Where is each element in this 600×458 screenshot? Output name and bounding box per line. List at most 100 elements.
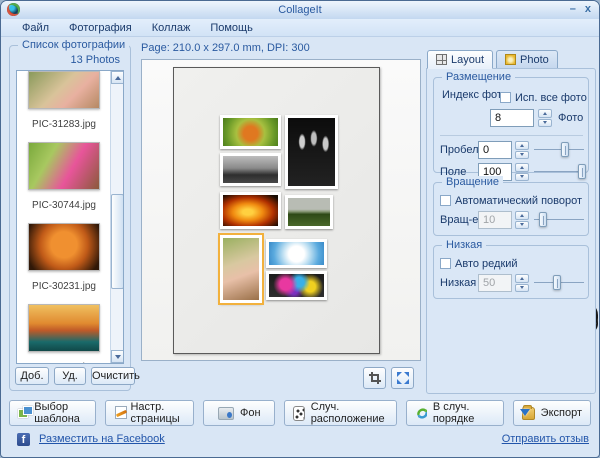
- menu-photo[interactable]: Фотография: [60, 21, 141, 35]
- collage-photo-heart-cloud[interactable]: [266, 239, 327, 268]
- gap-field[interactable]: 0: [478, 141, 512, 159]
- photo-tab-icon: [505, 54, 516, 65]
- gap-slider[interactable]: [534, 142, 584, 157]
- photo-filename: PIC-31283.jpg: [17, 109, 111, 142]
- dice-icon: [293, 406, 305, 421]
- page-settings-button[interactable]: Настр. страницы: [105, 400, 194, 426]
- collage-photo-girl-selected[interactable]: [220, 235, 262, 303]
- photo-count-field[interactable]: 8: [490, 109, 534, 127]
- collage-photo-men-bw[interactable]: [285, 115, 338, 189]
- auto-sparse-checkbox[interactable]: Авто редкий: [440, 254, 518, 272]
- margin-spinner[interactable]: [515, 163, 529, 181]
- slider-thumb[interactable]: [561, 142, 569, 157]
- collage-page[interactable]: [173, 67, 380, 354]
- spin-down-icon[interactable]: [538, 119, 552, 128]
- collage-photo-fire[interactable]: [220, 192, 281, 229]
- spin-up-icon[interactable]: [538, 109, 552, 118]
- rotation-value-label: Вращ-е: [440, 214, 478, 226]
- collage-photo-car-bw[interactable]: [220, 153, 281, 186]
- fit-expand-button[interactable]: [391, 367, 414, 389]
- close-button[interactable]: x: [585, 2, 591, 16]
- slider-thumb[interactable]: [539, 212, 547, 227]
- page-settings-icon: [114, 406, 124, 420]
- menubar: Файл Фотография Коллаж Помощь: [1, 19, 599, 37]
- crop-icon: [368, 371, 382, 385]
- titlebar[interactable]: CollageIt – x: [1, 1, 599, 19]
- low-slider[interactable]: [534, 275, 584, 290]
- send-feedback-link[interactable]: Отправить отзыв: [502, 433, 589, 445]
- checkbox-icon[interactable]: [440, 258, 451, 269]
- gap-spinner[interactable]: [515, 141, 529, 159]
- photo-unit-label: Фото: [558, 112, 583, 124]
- add-photo-button[interactable]: Доб.: [15, 367, 49, 385]
- use-all-photos-checkbox[interactable]: Исп. все фото: [500, 88, 587, 106]
- spin-up-icon[interactable]: [515, 211, 529, 220]
- scroll-up-icon[interactable]: [111, 71, 124, 84]
- refresh-arrows-icon: [415, 406, 426, 421]
- random-layout-button[interactable]: Случ. расположение: [284, 400, 397, 426]
- list-item[interactable]: PIC-30744.jpg: [17, 142, 111, 223]
- list-item[interactable]: PIC-30227.jpg: [17, 304, 111, 363]
- menu-help[interactable]: Помощь: [201, 21, 262, 35]
- list-item[interactable]: PIC-31283.jpg: [17, 71, 111, 142]
- slider-thumb[interactable]: [553, 275, 561, 290]
- collage-photo-color-car[interactable]: [266, 271, 327, 300]
- collageit-window: CollageIt – x Файл Фотография Коллаж Пом…: [0, 0, 600, 458]
- clear-photos-button[interactable]: Очистить: [91, 367, 135, 385]
- placement-group: Размещение Индекс фото Исп. все фото 8 Ф…: [433, 77, 589, 173]
- spin-down-icon[interactable]: [515, 221, 529, 230]
- low-value-label: Низкая: [440, 277, 476, 289]
- app-logo-icon: [7, 3, 20, 16]
- crop-button[interactable]: [363, 367, 386, 389]
- photo-filename: PIC-30231.jpg: [17, 271, 111, 304]
- gap-label: Пробел: [440, 144, 479, 156]
- photo-thumb-girl-pink[interactable]: [28, 142, 100, 190]
- collage-preview-panel: [141, 59, 421, 361]
- checkbox-icon[interactable]: [500, 92, 511, 103]
- margin-slider[interactable]: [534, 164, 584, 179]
- placement-title: Размещение: [442, 71, 515, 83]
- auto-rotation-checkbox[interactable]: Автоматический поворот: [440, 191, 582, 209]
- scrollbar-thumb[interactable]: [111, 194, 124, 289]
- photo-list-group: Список фотографии 13 Photos PIC-31283.jp…: [9, 45, 131, 391]
- list-scrollbar[interactable]: [110, 71, 123, 363]
- export-folder-icon: [522, 407, 535, 420]
- photo-thumb-girl-log[interactable]: [28, 71, 100, 109]
- photo-thumb-tiger[interactable]: [28, 223, 100, 271]
- collage-photo-butterfly[interactable]: [220, 115, 281, 149]
- menu-file[interactable]: Файл: [13, 21, 58, 35]
- rotation-slider[interactable]: [534, 212, 584, 227]
- rotation-title: Вращение: [442, 176, 503, 188]
- spin-up-icon[interactable]: [515, 163, 529, 172]
- photo-list: PIC-31283.jpg PIC-30744.jpg PIC-30231.jp…: [16, 70, 124, 364]
- rotation-spinner[interactable]: [515, 211, 529, 229]
- tab-photo[interactable]: Photo: [496, 50, 558, 69]
- low-group: Низкая Авто редкий Низкая 50: [433, 245, 589, 299]
- photo-index-label: Индекс фото: [442, 89, 508, 101]
- export-button[interactable]: Экспорт: [513, 400, 591, 426]
- list-item[interactable]: PIC-30231.jpg: [17, 223, 111, 304]
- spin-down-icon[interactable]: [515, 151, 529, 160]
- scroll-down-icon[interactable]: [111, 350, 124, 363]
- choose-template-button[interactable]: Выбор шаблона: [9, 400, 96, 426]
- photo-thumb-pyramid[interactable]: [28, 304, 100, 352]
- collage-photo-field[interactable]: [285, 195, 333, 229]
- tab-layout[interactable]: Layout: [427, 50, 493, 69]
- facebook-icon: f: [17, 433, 30, 446]
- low-spinner[interactable]: [515, 274, 529, 292]
- background-button[interactable]: Фон: [203, 400, 275, 426]
- menu-collage[interactable]: Коллаж: [143, 21, 200, 35]
- spin-down-icon[interactable]: [515, 284, 529, 293]
- remove-photo-button[interactable]: Уд.: [54, 367, 86, 385]
- page-info: Page: 210.0 x 297.0 mm, DPI: 300: [141, 42, 310, 54]
- minimize-button[interactable]: –: [570, 2, 576, 16]
- slider-thumb[interactable]: [578, 164, 586, 179]
- spin-up-icon[interactable]: [515, 141, 529, 150]
- spin-down-icon[interactable]: [515, 173, 529, 182]
- checkbox-icon[interactable]: [440, 195, 451, 206]
- photo-count-spinner[interactable]: [538, 109, 552, 127]
- low-field: 50: [478, 274, 512, 292]
- facebook-share-link[interactable]: Разместить на Facebook: [39, 433, 165, 445]
- spin-up-icon[interactable]: [515, 274, 529, 283]
- random-order-button[interactable]: В случ. порядке: [406, 400, 504, 426]
